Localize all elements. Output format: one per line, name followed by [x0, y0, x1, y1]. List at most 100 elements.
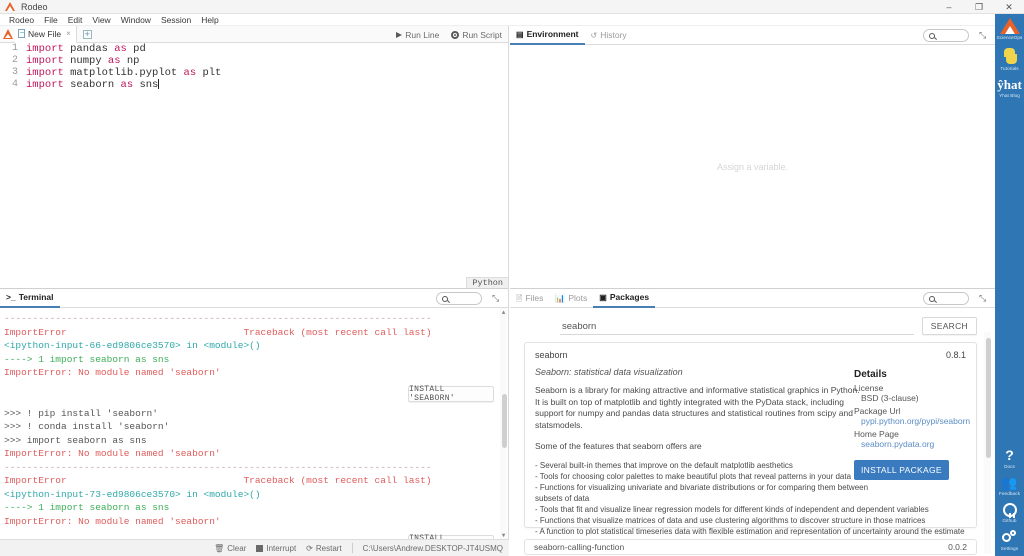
menu-item-file[interactable]: File: [39, 14, 63, 26]
close-button[interactable]: ✕: [994, 0, 1024, 14]
close-icon[interactable]: ×: [66, 29, 71, 38]
sidebar-item-tutorials[interactable]: Tutorials: [995, 43, 1024, 74]
search-icon: [929, 33, 935, 39]
sidebar-label: Yhat Blog: [999, 93, 1020, 98]
code-text-alias: pd: [127, 43, 146, 55]
sidebar-label: Tutorials: [1000, 66, 1018, 71]
scroll-up-icon[interactable]: ▲: [500, 309, 507, 316]
environment-search-input[interactable]: [923, 29, 969, 42]
restart-button[interactable]: ⟳ Restart: [306, 544, 342, 553]
tab-files[interactable]: 🗎 Files: [510, 289, 549, 308]
package-result-row-2[interactable]: seaborn-calling-function 0.0.2: [524, 539, 977, 555]
sidebar-item-docs[interactable]: ? Docs: [995, 444, 1024, 472]
code-text-alias: np: [121, 55, 140, 67]
editor-tab-new-file[interactable]: New File ×: [15, 26, 77, 43]
package-card-header: seaborn 0.8.1: [535, 350, 966, 360]
terminal-line: ----------------------------------------…: [4, 461, 508, 475]
tab-packages[interactable]: ▣ Packages: [593, 289, 655, 308]
home-page-link[interactable]: seaborn.pydata.org: [861, 439, 966, 449]
run-line-button[interactable]: Run Line: [396, 30, 439, 40]
code-keyword-as: as: [121, 79, 134, 91]
code-editor[interactable]: 1 import pandas as pd 2 import numpy as …: [0, 43, 508, 288]
terminal-line: ----> 1 import seaborn as sns: [4, 353, 508, 367]
install-package-button[interactable]: INSTALL PACKAGE: [854, 460, 949, 480]
package-result-card[interactable]: seaborn 0.8.1 Seaborn: statistical data …: [524, 342, 977, 528]
rodeo-application-window: Rodeo – ❐ ✕ Rodeo File Edit View Window …: [0, 0, 1024, 556]
editor-pane: New File × + Run Line Run Script: [0, 26, 509, 288]
packages-scrollbar-thumb[interactable]: [986, 338, 991, 458]
code-text-alias: sns: [133, 79, 158, 91]
packages-search-pill[interactable]: [923, 292, 969, 305]
package-url-link[interactable]: pypi.python.org/pypi/seaborn: [861, 416, 966, 426]
feature-item: - Functions for visualizing univariate a…: [535, 482, 987, 493]
sidebar-item-github[interactable]: Github: [995, 499, 1024, 526]
expand-icon[interactable]: ⤡: [979, 294, 988, 303]
menu-item-help[interactable]: Help: [196, 14, 223, 26]
tab-history-label: History: [600, 26, 626, 45]
terminal-scrollbar-thumb[interactable]: [502, 394, 507, 448]
expand-icon[interactable]: ⤡: [979, 31, 988, 40]
search-icon: [929, 296, 935, 302]
code-keyword: import: [26, 55, 64, 67]
run-line-label: Run Line: [405, 30, 439, 40]
package-description: Seaborn is a library for making attracti…: [535, 385, 861, 431]
menu-item-window[interactable]: Window: [116, 14, 156, 26]
menu-item-rodeo[interactable]: Rodeo: [4, 14, 39, 26]
github-icon: [1003, 503, 1017, 517]
run-script-button[interactable]: Run Script: [451, 30, 502, 40]
gear-icon: [451, 31, 459, 39]
maximize-button[interactable]: ❐: [964, 0, 994, 14]
window-controls: – ❐ ✕: [934, 0, 1024, 14]
code-text: pandas: [64, 43, 114, 55]
menu-bar: Rodeo File Edit View Window Session Help: [0, 14, 1024, 26]
sidebar-item-feedback[interactable]: 👥 Feedback: [995, 472, 1024, 499]
code-keyword: import: [26, 43, 64, 55]
tab-terminal[interactable]: >_ Terminal: [0, 289, 60, 308]
feature-item: - A function to plot statistical timeser…: [535, 526, 987, 537]
sidebar-label: ScienceOps: [997, 35, 1023, 40]
scroll-down-icon[interactable]: ▼: [500, 532, 507, 539]
minimize-button[interactable]: –: [934, 0, 964, 14]
interrupt-button[interactable]: Interrupt: [256, 544, 296, 553]
menu-item-view[interactable]: View: [87, 14, 115, 26]
terminal-line: ImportError Traceback (most recent call …: [4, 474, 508, 488]
tab-environment[interactable]: ▤ Environment: [510, 26, 585, 45]
packages-pane: 🗎 Files 📊 Plots ▣ Packages ⤡: [510, 288, 995, 556]
menu-item-session[interactable]: Session: [156, 14, 196, 26]
language-badge: Python: [466, 277, 508, 288]
terminal-line: ImportError: No module named 'seaborn': [4, 515, 508, 529]
terminal-search-input[interactable]: [436, 292, 482, 305]
packages-tab-bar: 🗎 Files 📊 Plots ▣ Packages ⤡: [510, 289, 995, 308]
terminal-prompt-icon: >_: [6, 288, 16, 307]
interrupt-label: Interrupt: [266, 544, 296, 553]
package-name: seaborn: [535, 350, 568, 360]
sidebar-label: Github: [1002, 518, 1016, 523]
sidebar-item-settings[interactable]: Settings: [995, 526, 1024, 554]
tab-plots[interactable]: 📊 Plots: [549, 289, 593, 308]
line-number: 3: [0, 67, 26, 79]
tab-plots-label: Plots: [568, 289, 587, 308]
app-logo-icon: [3, 1, 17, 13]
stop-icon: [256, 545, 263, 552]
code-line: 2 import numpy as np: [0, 55, 508, 67]
line-number: 1: [0, 43, 26, 55]
details-heading: Details: [854, 369, 966, 380]
terminal-line: ImportError: No module named 'seaborn': [4, 366, 508, 380]
sidebar-item-scienceops[interactable]: ScienceOps: [995, 14, 1024, 43]
terminal-output[interactable]: ----------------------------------------…: [0, 308, 508, 540]
license-value: BSD (3-clause): [861, 393, 966, 403]
install-seaborn-button-1[interactable]: INSTALL 'SEABORN': [408, 386, 494, 402]
add-tab-icon[interactable]: +: [83, 30, 92, 39]
tab-files-label: Files: [525, 289, 543, 308]
package-search-button[interactable]: SEARCH: [922, 317, 977, 335]
menu-item-edit[interactable]: Edit: [63, 14, 88, 26]
tab-history[interactable]: ↺ History: [585, 26, 633, 45]
code-line: 1 import pandas as pd: [0, 43, 508, 55]
clear-label: Clear: [227, 544, 246, 553]
editor-tab-label: New File: [28, 29, 61, 39]
file-icon: 🗎: [516, 289, 522, 308]
sidebar-item-yhat-blog[interactable]: ŷhat Yhat Blog: [995, 74, 1024, 101]
expand-icon[interactable]: ⤡: [492, 294, 501, 303]
package-search-input[interactable]: [560, 319, 914, 335]
clear-button[interactable]: 🗑 Clear: [214, 544, 246, 553]
